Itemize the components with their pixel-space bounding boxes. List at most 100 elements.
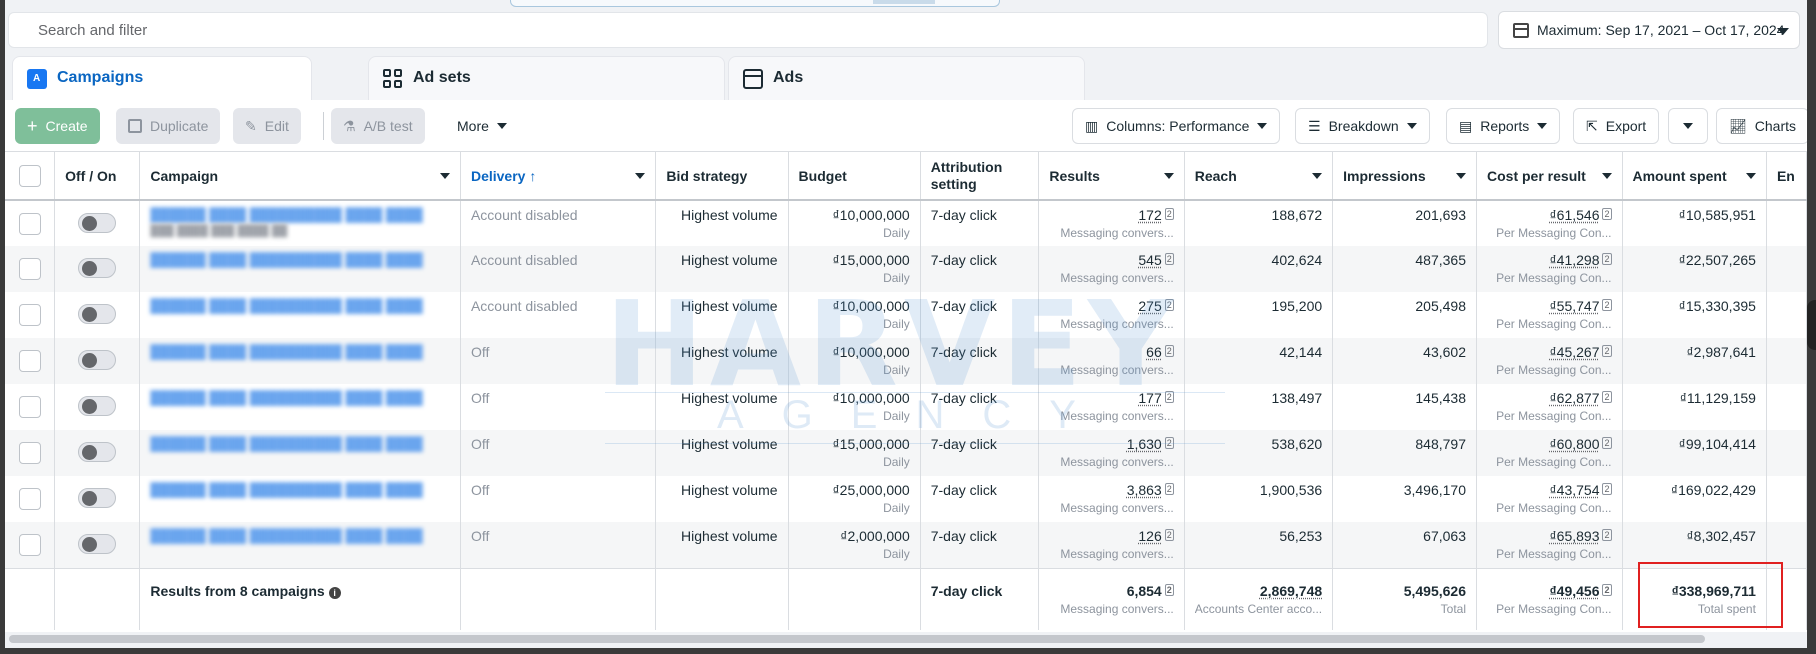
columns-button[interactable]: ▥ Columns: Performance	[1072, 108, 1281, 144]
bid-strategy-cell[interactable]: Highest volume	[655, 384, 789, 430]
select-all-header[interactable]	[5, 152, 56, 201]
chevron-down-icon[interactable]	[1163, 173, 1174, 179]
cpr-value[interactable]: ₫65,893	[1549, 528, 1599, 544]
header-delivery[interactable]: Delivery ↑	[460, 152, 657, 201]
row-toggle-cell[interactable]	[54, 522, 141, 568]
campaign-toggle[interactable]	[78, 442, 117, 462]
charts-button[interactable]: 📈︎ Charts	[1716, 108, 1807, 144]
results-value[interactable]: 3,863	[1127, 482, 1162, 498]
export-button[interactable]: ⇱ Export	[1573, 108, 1660, 144]
footnote-2-icon[interactable]: 2	[1164, 391, 1174, 403]
row-checkbox[interactable]	[18, 304, 41, 326]
row-checkbox[interactable]	[18, 534, 41, 556]
campaign-name-cell[interactable]: ██████ ████ ██████████ ████ ████	[139, 522, 461, 568]
campaign-name-redacted[interactable]: ██████ ████ ██████████ ████ ████	[150, 390, 450, 405]
row-toggle-cell[interactable]	[54, 338, 141, 384]
header-impressions[interactable]: Impressions	[1332, 152, 1477, 201]
budget-cell[interactable]: ₫10,000,000 Daily	[788, 200, 921, 246]
results-value[interactable]: 275	[1138, 298, 1161, 314]
row-select-cell[interactable]	[5, 292, 56, 338]
budget-cell[interactable]: ₫10,000,000 Daily	[788, 292, 921, 338]
campaign-name-cell[interactable]: ██████ ████ ██████████ ████ ████	[139, 246, 461, 292]
more-button[interactable]: More	[445, 108, 519, 144]
header-attribution-setting[interactable]: Attribution setting	[920, 152, 1040, 201]
search-filter-input[interactable]: Search and filter	[8, 12, 1488, 48]
ab-test-button[interactable]: ⚗ A/B test	[331, 108, 425, 144]
cpr-value[interactable]: ₫62,877	[1549, 390, 1599, 406]
results-value[interactable]: 172	[1138, 207, 1161, 223]
header-amount-spent[interactable]: Amount spent	[1622, 152, 1767, 201]
header-off-on[interactable]: Off / On	[54, 152, 141, 201]
campaign-name-cell[interactable]: ██████ ████ ██████████ ████ ████	[139, 338, 461, 384]
row-select-cell[interactable]	[5, 522, 56, 568]
header-cost-per-result[interactable]: Cost per result	[1476, 152, 1623, 201]
tab-ad-sets[interactable]: Ad sets	[368, 56, 725, 100]
chevron-down-icon[interactable]	[1312, 173, 1323, 179]
table-row[interactable]: ██████ ████ ██████████ ████ ████ Account …	[5, 246, 1807, 292]
campaign-name-redacted[interactable]: ██████ ████ ██████████ ████ ████	[150, 482, 450, 497]
select-all-checkbox[interactable]	[18, 164, 41, 187]
row-toggle-cell[interactable]	[54, 292, 141, 338]
campaign-toggle[interactable]	[78, 258, 117, 278]
tab-ads[interactable]: Ads	[728, 56, 1085, 100]
cpr-value[interactable]: ₫45,267	[1549, 344, 1599, 360]
results-value[interactable]: 545	[1138, 252, 1161, 268]
results-value[interactable]: 177	[1138, 390, 1161, 406]
table-row[interactable]: ██████ ████ ██████████ ████ ████ Off Highe…	[5, 476, 1807, 522]
campaign-name-redacted[interactable]: ██████ ████ ██████████ ████ ████	[150, 252, 450, 267]
campaign-name-cell[interactable]: ██████ ████ ██████████ ████ ████	[139, 292, 461, 338]
bid-strategy-cell[interactable]: Highest volume	[655, 476, 789, 522]
header-campaign[interactable]: Campaign	[139, 152, 461, 201]
bid-strategy-cell[interactable]: Highest volume	[655, 200, 789, 246]
campaign-name-redacted[interactable]: ██████ ████ ██████████ ████ ████	[150, 344, 450, 359]
campaign-toggle[interactable]	[78, 304, 117, 324]
row-checkbox[interactable]	[18, 488, 41, 510]
footnote-2-icon[interactable]: 2	[1164, 345, 1174, 357]
campaign-name-cell[interactable]: ██████ ████ ██████████ ████ ████	[139, 476, 461, 522]
bid-strategy-cell[interactable]: Highest volume	[655, 522, 789, 568]
chevron-down-icon[interactable]	[1601, 173, 1612, 179]
cpr-value[interactable]: ₫61,546	[1549, 207, 1599, 223]
campaign-toggle[interactable]	[78, 488, 117, 508]
table-row[interactable]: ██████ ████ ██████████ ████ ████ Off Highe…	[5, 384, 1807, 430]
campaign-toggle[interactable]	[78, 213, 117, 233]
footnote-2-icon[interactable]: 2	[1602, 299, 1612, 311]
row-select-cell[interactable]	[5, 430, 56, 476]
footnote-2-icon[interactable]: 2	[1164, 253, 1174, 265]
create-button[interactable]: + Create	[15, 108, 100, 144]
chevron-down-icon[interactable]	[635, 173, 646, 179]
table-row[interactable]: ██████ ████ ██████████ ████ ████ Account …	[5, 292, 1807, 338]
footnote-2-icon[interactable]: 2	[1602, 583, 1612, 596]
campaign-toggle[interactable]	[78, 534, 117, 554]
results-value[interactable]: 1,630	[1127, 436, 1162, 452]
header-budget[interactable]: Budget	[788, 152, 921, 201]
budget-cell[interactable]: ₫15,000,000 Daily	[788, 246, 921, 292]
chevron-down-icon[interactable]	[1745, 173, 1756, 179]
row-toggle-cell[interactable]	[54, 200, 141, 246]
footnote-2-icon[interactable]: 2	[1602, 437, 1612, 449]
cpr-value[interactable]: ₫43,754	[1549, 482, 1599, 498]
bid-strategy-cell[interactable]: Highest volume	[655, 430, 789, 476]
header-reach[interactable]: Reach	[1184, 152, 1334, 201]
footnote-2-icon[interactable]: 2	[1602, 253, 1612, 265]
results-value[interactable]: 66	[1146, 344, 1162, 360]
budget-cell[interactable]: ₫10,000,000 Daily	[788, 338, 921, 384]
tab-campaigns[interactable]: Campaigns	[12, 56, 312, 100]
campaign-name-redacted[interactable]: ██████ ████ ██████████ ████ ████	[150, 528, 450, 543]
row-checkbox[interactable]	[18, 396, 41, 418]
results-value[interactable]: 126	[1138, 528, 1161, 544]
row-select-cell[interactable]	[5, 384, 56, 430]
budget-cell[interactable]: ₫2,000,000 Daily	[788, 522, 921, 568]
totals-cpr-value[interactable]: ₫49,456	[1549, 583, 1599, 599]
budget-cell[interactable]: ₫10,000,000 Daily	[788, 384, 921, 430]
row-toggle-cell[interactable]	[54, 384, 141, 430]
footnote-2-icon[interactable]: 2	[1164, 437, 1174, 449]
footnote-2-icon[interactable]: 2	[1164, 483, 1174, 495]
campaign-name-cell[interactable]: ██████ ████ ██████████ ████ ████	[139, 430, 461, 476]
header-ends[interactable]: En	[1766, 152, 1807, 201]
totals-reach-value[interactable]: 2,869,748	[1260, 583, 1322, 599]
table-row[interactable]: ██████ ████ ██████████ ████ ████ ███ ████…	[5, 200, 1807, 246]
row-checkbox[interactable]	[18, 213, 41, 235]
campaign-toggle[interactable]	[78, 350, 117, 370]
bid-strategy-cell[interactable]: Highest volume	[655, 338, 789, 384]
